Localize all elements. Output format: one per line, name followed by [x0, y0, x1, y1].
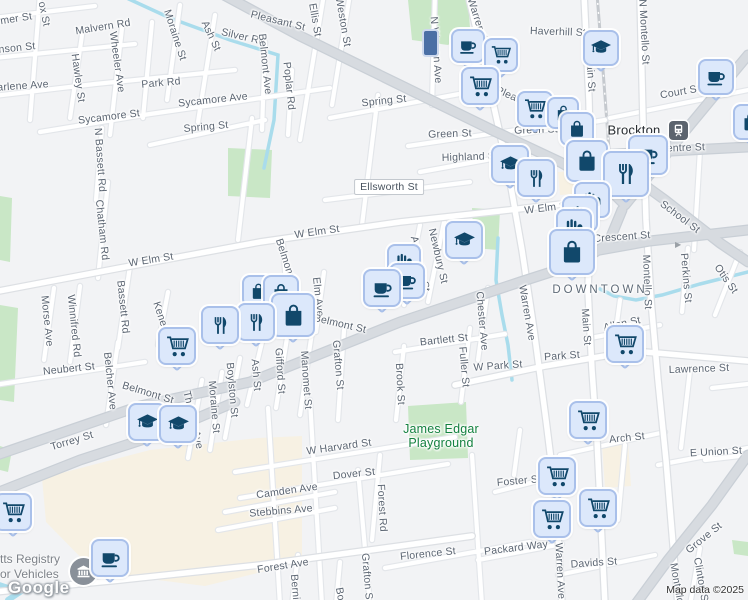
restaurant-icon	[524, 166, 549, 191]
street-label: Highland St	[441, 150, 499, 164]
train-station-icon[interactable]	[669, 121, 688, 140]
park-label: James Edgar Playground	[403, 422, 479, 450]
cart-icon	[490, 44, 512, 66]
poi-pin-cart[interactable]	[461, 67, 499, 112]
registry-poi-label: tts Registry or Vehicles	[0, 552, 60, 581]
registry-label-line1: tts Registry	[0, 552, 61, 566]
bag-icon	[573, 147, 601, 175]
poi-pin-restaurant[interactable]	[201, 306, 239, 351]
poi-pin-cart[interactable]	[158, 327, 196, 372]
poi-pin-coffee[interactable]	[363, 269, 401, 314]
small-blue-marker[interactable]	[422, 29, 439, 57]
cart-icon	[545, 464, 570, 489]
cart-icon	[523, 97, 547, 121]
poi-pin-restaurant[interactable]	[237, 303, 275, 348]
street-label: Park St	[543, 348, 581, 364]
poi-pin-coffee[interactable]	[91, 539, 129, 584]
street-label: Montello St	[640, 254, 654, 310]
poi-pin-bag[interactable]	[733, 104, 748, 147]
restaurant-icon	[208, 313, 233, 338]
street-label: Green St	[427, 127, 473, 141]
one-way-arrow: ▶	[675, 240, 682, 249]
street-label: Ellsworth St	[354, 179, 424, 195]
poi-pin-bag[interactable]	[271, 293, 315, 344]
poi-pin-gradcap[interactable]	[159, 405, 197, 450]
poi-pin-cart[interactable]	[538, 457, 576, 502]
street-label: Berni	[287, 573, 303, 600]
gradcap-icon	[135, 410, 160, 435]
restaurant-icon	[244, 310, 269, 335]
coffee-icon	[370, 276, 395, 301]
coffee-icon	[457, 35, 479, 57]
bag-icon	[279, 301, 308, 330]
poi-pin-cart[interactable]	[533, 500, 571, 545]
gradcap-icon	[166, 412, 191, 437]
park-label-line1: James Edgar	[403, 422, 479, 436]
restaurant-icon	[611, 159, 641, 189]
poi-pin-cart[interactable]	[569, 401, 607, 446]
cart-icon	[576, 408, 601, 433]
poi-pin-gradcap[interactable]	[583, 30, 619, 73]
coffee-icon	[98, 546, 123, 571]
poi-pin-restaurant[interactable]	[517, 159, 555, 204]
poi-pin-cart[interactable]	[0, 493, 32, 538]
poi-pin-cart[interactable]	[579, 489, 617, 534]
map-attribution: Map data ©2025	[666, 584, 744, 596]
district-label: DOWNTOWN	[552, 284, 648, 296]
street-label: Brook St	[392, 362, 408, 406]
cart-icon	[1, 500, 26, 525]
street-label: Lawrence St	[668, 361, 730, 377]
street-label: Main St	[578, 308, 594, 346]
street-label: Bo	[332, 586, 348, 600]
poi-pin-cart[interactable]	[606, 325, 644, 370]
cart-icon	[165, 334, 190, 359]
map-canvas[interactable]: ▶ ▶ lmer Stox Stnson Starlene AveHawley …	[0, 0, 748, 600]
bag-icon	[557, 237, 587, 267]
street-label: Haverhill St	[529, 25, 587, 39]
poi-pin-gradcap[interactable]	[445, 221, 483, 266]
cart-icon	[586, 496, 611, 521]
poi-pin-coffee[interactable]	[698, 59, 734, 102]
coffee-icon	[704, 65, 728, 89]
bag-icon	[566, 118, 588, 140]
poi-pin-coffee[interactable]	[451, 29, 485, 70]
poi-pin-bag[interactable]	[566, 140, 608, 189]
bag-icon	[739, 110, 748, 134]
gradcap-icon	[589, 36, 613, 60]
google-logo[interactable]: Google	[8, 578, 70, 598]
cart-icon	[540, 507, 565, 532]
park-label-line2: Playground	[408, 436, 474, 450]
cart-icon	[613, 332, 638, 357]
cart-icon	[468, 74, 493, 99]
poi-pin-bag[interactable]	[549, 229, 595, 282]
gradcap-icon	[452, 228, 477, 253]
street-label: Forest Rd	[374, 483, 390, 533]
